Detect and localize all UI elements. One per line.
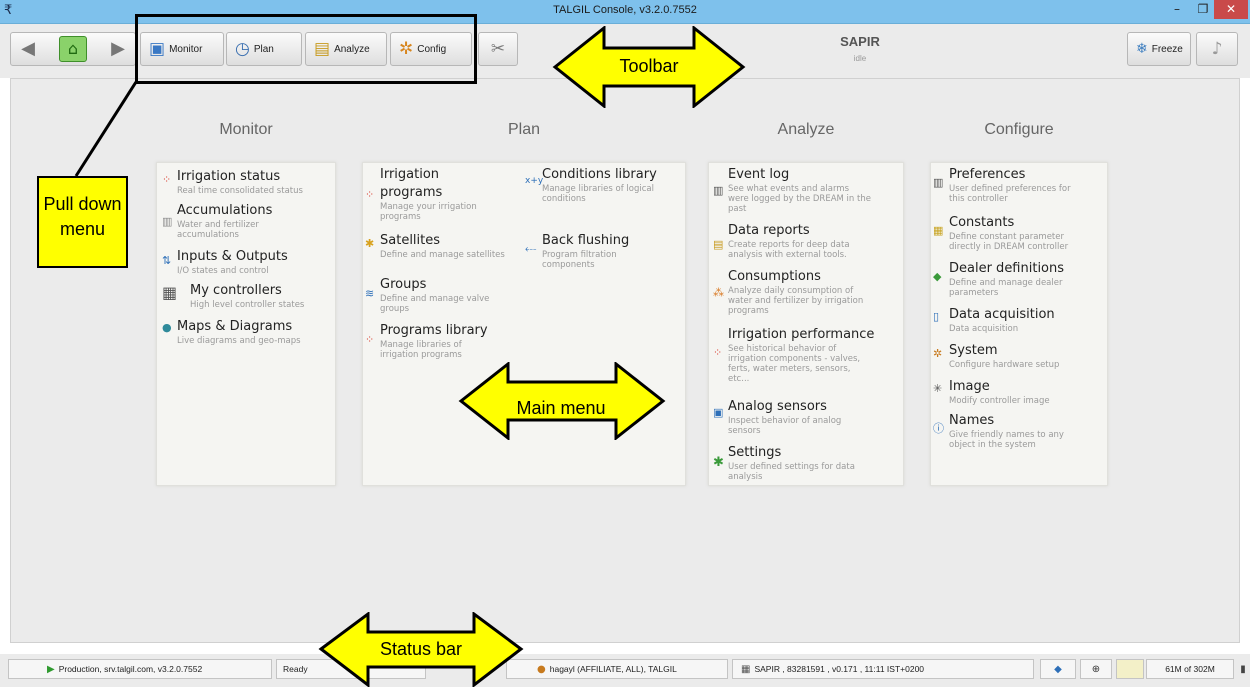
crosshair-icon: ⊕ xyxy=(1091,663,1101,675)
menu-item-names[interactable]: ⓘ Names Give friendly names to any objec… xyxy=(933,413,1107,453)
groups-icon: ≋ xyxy=(365,287,375,300)
status-server: ▶ Production, srv.talgil.com, v3.2.0.755… xyxy=(8,659,272,679)
menu-item-consumptions[interactable]: ⁂ Consumptions Analyze daily consumption… xyxy=(713,269,903,319)
analyze-panel: ▥ Event log See what events and alarms w… xyxy=(708,162,904,486)
menu-item-satellites[interactable]: ✱ Satellites Define and manage satellite… xyxy=(365,233,521,263)
trash-icon: ▮ xyxy=(1240,663,1246,675)
menu-item-inputs-outputs[interactable]: ⇅ Inputs & Outputs I/O states and contro… xyxy=(162,249,334,279)
constants-icon: ▦ xyxy=(933,224,944,237)
menu-item-image[interactable]: ✳ Image Modify controller image xyxy=(933,379,1107,409)
user-icon: ● xyxy=(537,663,546,675)
gear-icon: ✲ xyxy=(933,347,943,360)
menu-item-conditions-library[interactable]: x+y Conditions library Manage libraries … xyxy=(525,167,685,207)
toolbar-annotation-label: Toolbar xyxy=(619,56,679,76)
inputs-outputs-icon: ⇅ xyxy=(162,254,172,267)
menu-item-accumulations[interactable]: ▥ Accumulations Water and fertilizer acc… xyxy=(162,203,334,243)
accumulations-icon: ▥ xyxy=(162,215,173,228)
freeze-label: Freeze xyxy=(1151,43,1183,55)
menu-item-maps-diagrams[interactable]: ● Maps & Diagrams Live diagrams and geo-… xyxy=(162,319,334,349)
menu-item-data-acquisition[interactable]: ▯ Data acquisition Data acquisition xyxy=(933,307,1107,337)
controllers-icon: ▦ xyxy=(162,283,178,302)
conditions-icon: x+y xyxy=(525,176,544,186)
close-button[interactable]: ✕ xyxy=(1214,0,1248,19)
menu-item-analog-sensors[interactable]: ▣ Analog sensors Inspect behavior of ana… xyxy=(713,399,903,439)
toolbar-callout-box xyxy=(135,14,477,84)
programs-library-icon: ⁘ xyxy=(365,333,375,346)
settings-icon: ✱ xyxy=(713,455,724,470)
menu-item-data-reports[interactable]: ▤ Data reports Create reports for deep d… xyxy=(713,223,903,263)
data-reports-icon: ▤ xyxy=(713,238,724,251)
menu-item-irrigation-programs[interactable]: ⁘ Irrigation programs Manage your irriga… xyxy=(365,167,521,227)
status-indicator xyxy=(1116,659,1144,679)
menu-item-dealer-definitions[interactable]: ◆ Dealer definitions Define and manage d… xyxy=(933,261,1107,301)
menu-item-event-log[interactable]: ▥ Event log See what events and alarms w… xyxy=(713,167,903,217)
status-memory: 61M of 302M xyxy=(1146,659,1234,679)
status-controller: ▦ SAPIR , 83281591 , v0.171 , 11:11 IST+… xyxy=(732,659,1034,679)
column-title-configure: Configure xyxy=(984,121,1054,138)
book-icon: ▥ xyxy=(713,184,724,197)
info-icon: ⓘ xyxy=(933,422,944,435)
menu-item-my-controllers[interactable]: ▦ My controllers High level controller s… xyxy=(162,283,334,313)
status-bar-annotation-label: Status bar xyxy=(379,639,463,659)
irrigation-programs-icon: ⁘ xyxy=(365,188,375,201)
consumptions-icon: ⁂ xyxy=(713,286,724,299)
menu-item-groups[interactable]: ≋ Groups Define and manage valve groups xyxy=(365,277,521,317)
menu-item-system[interactable]: ✲ System Configure hardware setup xyxy=(933,343,1107,373)
main-menu-annotation-label: Main menu xyxy=(516,398,606,418)
analog-sensors-icon: ▣ xyxy=(713,406,724,419)
navigation-group: ◀ ⌂ ▶ xyxy=(10,32,136,66)
irrigation-status-icon: ⁘ xyxy=(162,173,172,186)
menu-item-back-flushing[interactable]: ⤎ Back flushing Program filtration compo… xyxy=(525,233,685,273)
snowflake-icon: ❄ xyxy=(1136,41,1148,57)
tools-button[interactable]: ✂ xyxy=(478,32,518,66)
home-icon[interactable]: ⌂ xyxy=(59,36,87,62)
pulldown-callout-line xyxy=(74,81,138,177)
column-title-analyze: Analyze xyxy=(777,121,835,138)
status-bar: ▶ Production, srv.talgil.com, v3.2.0.755… xyxy=(0,654,1250,687)
menu-item-programs-library[interactable]: ⁘ Programs library Manage libraries of i… xyxy=(365,323,521,363)
database-icon: ▯ xyxy=(933,310,940,323)
monitor-panel: ⁘ Irrigation status Real time consolidat… xyxy=(156,162,336,486)
menu-item-constants[interactable]: ▦ Constants Define constant parameter di… xyxy=(933,215,1107,255)
tools-icon: ✂ xyxy=(490,38,506,59)
column-title-monitor: Monitor xyxy=(219,121,273,138)
trash-button[interactable]: ▮ xyxy=(1236,659,1250,679)
menu-item-irrigation-performance[interactable]: ⁘ Irrigation performance See historical … xyxy=(713,327,903,387)
status-user: ● hagayl (AFFILIATE, ALL), TALGIL xyxy=(506,659,728,679)
image-icon: ✳ xyxy=(933,382,943,395)
preferences-icon: ▥ xyxy=(933,176,944,189)
locate-button[interactable]: ⊕ xyxy=(1080,659,1112,679)
back-arrow-icon[interactable]: ◀ xyxy=(15,37,41,61)
back-flushing-icon: ⤎ xyxy=(525,242,537,255)
connection-button[interactable]: ◆ xyxy=(1040,659,1076,679)
column-title-plan: Plan xyxy=(507,121,541,138)
server-icon: ▶ xyxy=(47,663,55,675)
menu-item-irrigation-status[interactable]: ⁘ Irrigation status Real time consolidat… xyxy=(162,169,334,199)
satellite-icon: ✱ xyxy=(365,237,375,250)
bell-icon: ♪ xyxy=(1211,38,1223,59)
pulldown-menu-annotation: Pull down menu xyxy=(37,176,128,268)
dealer-icon: ◆ xyxy=(933,270,942,283)
alarm-button[interactable]: ♪ xyxy=(1196,32,1238,66)
minimize-button[interactable]: – xyxy=(1164,0,1190,19)
freeze-button[interactable]: ❄ Freeze xyxy=(1127,32,1191,66)
maximize-button[interactable]: ❐ xyxy=(1190,0,1216,19)
menu-item-preferences[interactable]: ▥ Preferences User defined preferences f… xyxy=(933,167,1107,207)
configure-panel: ▥ Preferences User defined preferences f… xyxy=(930,162,1108,486)
irrigation-performance-icon: ⁘ xyxy=(713,346,723,359)
controller-icon: ▦ xyxy=(741,663,751,675)
menu-item-settings[interactable]: ✱ Settings User defined settings for dat… xyxy=(713,445,903,485)
forward-arrow-icon[interactable]: ▶ xyxy=(105,37,131,61)
connection-icon: ◆ xyxy=(1054,663,1062,675)
globe-icon: ● xyxy=(162,321,172,334)
